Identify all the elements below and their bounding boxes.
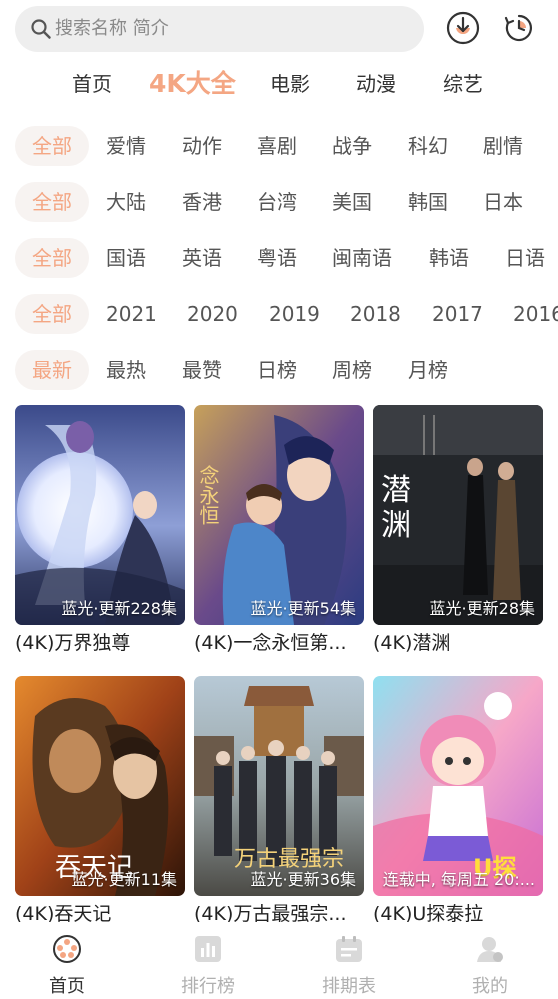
bottom-tab-bar: 首页 排行榜 排期表 我的	[0, 922, 558, 999]
chart-icon	[195, 936, 221, 962]
video-poster[interactable]: U探 连载中, 每周五 20:...	[373, 676, 543, 896]
calendar-icon	[336, 936, 362, 962]
filter-row-genre: 全部 爱情 动作 喜剧 战争 科幻 剧情	[0, 126, 558, 166]
filter-chip[interactable]: 2019	[269, 294, 320, 334]
filter-chip[interactable]: 剧情	[483, 126, 523, 166]
filter-chip-selected[interactable]: 全部	[15, 126, 89, 166]
history-icon[interactable]	[501, 10, 537, 46]
filter-chip[interactable]: 最赞	[182, 350, 222, 390]
video-title[interactable]: (4K)一念永恒第...	[194, 631, 364, 655]
filter-chip[interactable]: 2018	[350, 294, 401, 334]
filter-chip[interactable]: 战争	[332, 126, 372, 166]
filter-chip-selected[interactable]: 全部	[15, 238, 89, 278]
update-badge: 蓝光·更新28集	[429, 599, 535, 618]
filter-chip[interactable]: 韩语	[429, 238, 469, 278]
filter-chip[interactable]: 月榜	[408, 350, 448, 390]
svg-text:念永恒: 念永恒	[196, 464, 220, 525]
film-reel-icon	[53, 935, 81, 963]
tab-home[interactable]: 首页	[72, 60, 112, 108]
tab-movie[interactable]: 电影	[270, 60, 310, 108]
tab-variety[interactable]: 综艺	[443, 60, 483, 108]
filter-chip[interactable]: 日语	[505, 238, 545, 278]
update-badge: 蓝光·更新36集	[250, 870, 356, 889]
filter-chip[interactable]: 国语	[106, 238, 146, 278]
filter-chip[interactable]: 动作	[182, 126, 222, 166]
video-poster[interactable]: 吞天记 蓝光·更新11集	[15, 676, 185, 896]
tabbar-label: 我的	[472, 976, 508, 997]
filter-chip-selected[interactable]: 最新	[15, 350, 89, 390]
video-title[interactable]: (4K)潜渊	[373, 631, 543, 655]
filter-chip[interactable]: 2020	[187, 294, 238, 334]
tabbar-profile[interactable]: 我的	[440, 922, 540, 999]
filter-chip[interactable]: 粤语	[257, 238, 297, 278]
tabbar-label: 排期表	[322, 976, 376, 997]
video-poster[interactable]: 蓝光·更新228集	[15, 405, 185, 625]
filter-row-region: 全部 大陆 香港 台湾 美国 韩国 日本	[0, 182, 558, 222]
category-tabs: 首页 4K大全 电影 动漫 综艺	[0, 60, 558, 108]
filter-chip[interactable]: 日本	[483, 182, 523, 222]
update-badge: 蓝光·更新11集	[71, 870, 177, 889]
update-badge: 蓝光·更新228集	[61, 599, 177, 618]
filter-chip[interactable]: 美国	[332, 182, 372, 222]
filter-chip-selected[interactable]: 全部	[15, 294, 89, 334]
filter-chip[interactable]: 最热	[106, 350, 146, 390]
filter-chip[interactable]: 韩国	[408, 182, 448, 222]
filter-chip[interactable]: 2017	[432, 294, 483, 334]
tabbar-ranking[interactable]: 排行榜	[158, 922, 258, 999]
filter-chip[interactable]: 2021	[106, 294, 157, 334]
video-poster[interactable]: 万古最强宗 蓝光·更新36集	[194, 676, 364, 896]
filter-row-language: 全部 国语 英语 粤语 闽南语 韩语 日语	[0, 238, 558, 278]
filter-chip[interactable]: 闽南语	[332, 238, 392, 278]
filter-chip[interactable]: 周榜	[332, 350, 372, 390]
filter-chip[interactable]: 爱情	[106, 126, 146, 166]
filter-row-year: 全部 2021 2020 2019 2018 2017 2016	[0, 294, 558, 334]
tabbar-label: 首页	[49, 976, 85, 997]
update-badge: 蓝光·更新54集	[250, 599, 356, 618]
search-placeholder: 搜索名称 简介	[55, 18, 169, 39]
filter-chip[interactable]: 日榜	[257, 350, 297, 390]
video-poster[interactable]: 念永恒 蓝光·更新54集	[194, 405, 364, 625]
download-icon[interactable]	[445, 10, 481, 46]
tabbar-home[interactable]: 首页	[17, 922, 117, 999]
filter-chip[interactable]: 2016	[513, 294, 558, 334]
update-badge: 连载中, 每周五 20:...	[382, 870, 535, 889]
video-title[interactable]: (4K)万界独尊	[15, 631, 185, 655]
tab-anime[interactable]: 动漫	[356, 60, 396, 108]
tabbar-label: 排行榜	[181, 976, 235, 997]
search-bar[interactable]: 搜索名称 简介	[15, 6, 424, 52]
filter-chip[interactable]: 喜剧	[257, 126, 297, 166]
filter-chip[interactable]: 香港	[182, 182, 222, 222]
user-icon	[477, 937, 503, 962]
filter-chip[interactable]: 台湾	[257, 182, 297, 222]
tab-4k[interactable]: 4K大全	[149, 60, 236, 108]
filter-chip[interactable]: 英语	[182, 238, 222, 278]
search-icon	[31, 19, 51, 39]
svg-text:潜: 潜	[381, 473, 411, 508]
filter-chip-selected[interactable]: 全部	[15, 182, 89, 222]
video-poster[interactable]: 潜 渊 蓝光·更新28集	[373, 405, 543, 625]
filter-chip[interactable]: 大陆	[106, 182, 146, 222]
filter-chip[interactable]: 科幻	[408, 126, 448, 166]
svg-text:渊: 渊	[381, 508, 411, 543]
filter-row-sort: 最新 最热 最赞 日榜 周榜 月榜	[0, 350, 558, 390]
tabbar-schedule[interactable]: 排期表	[299, 922, 399, 999]
